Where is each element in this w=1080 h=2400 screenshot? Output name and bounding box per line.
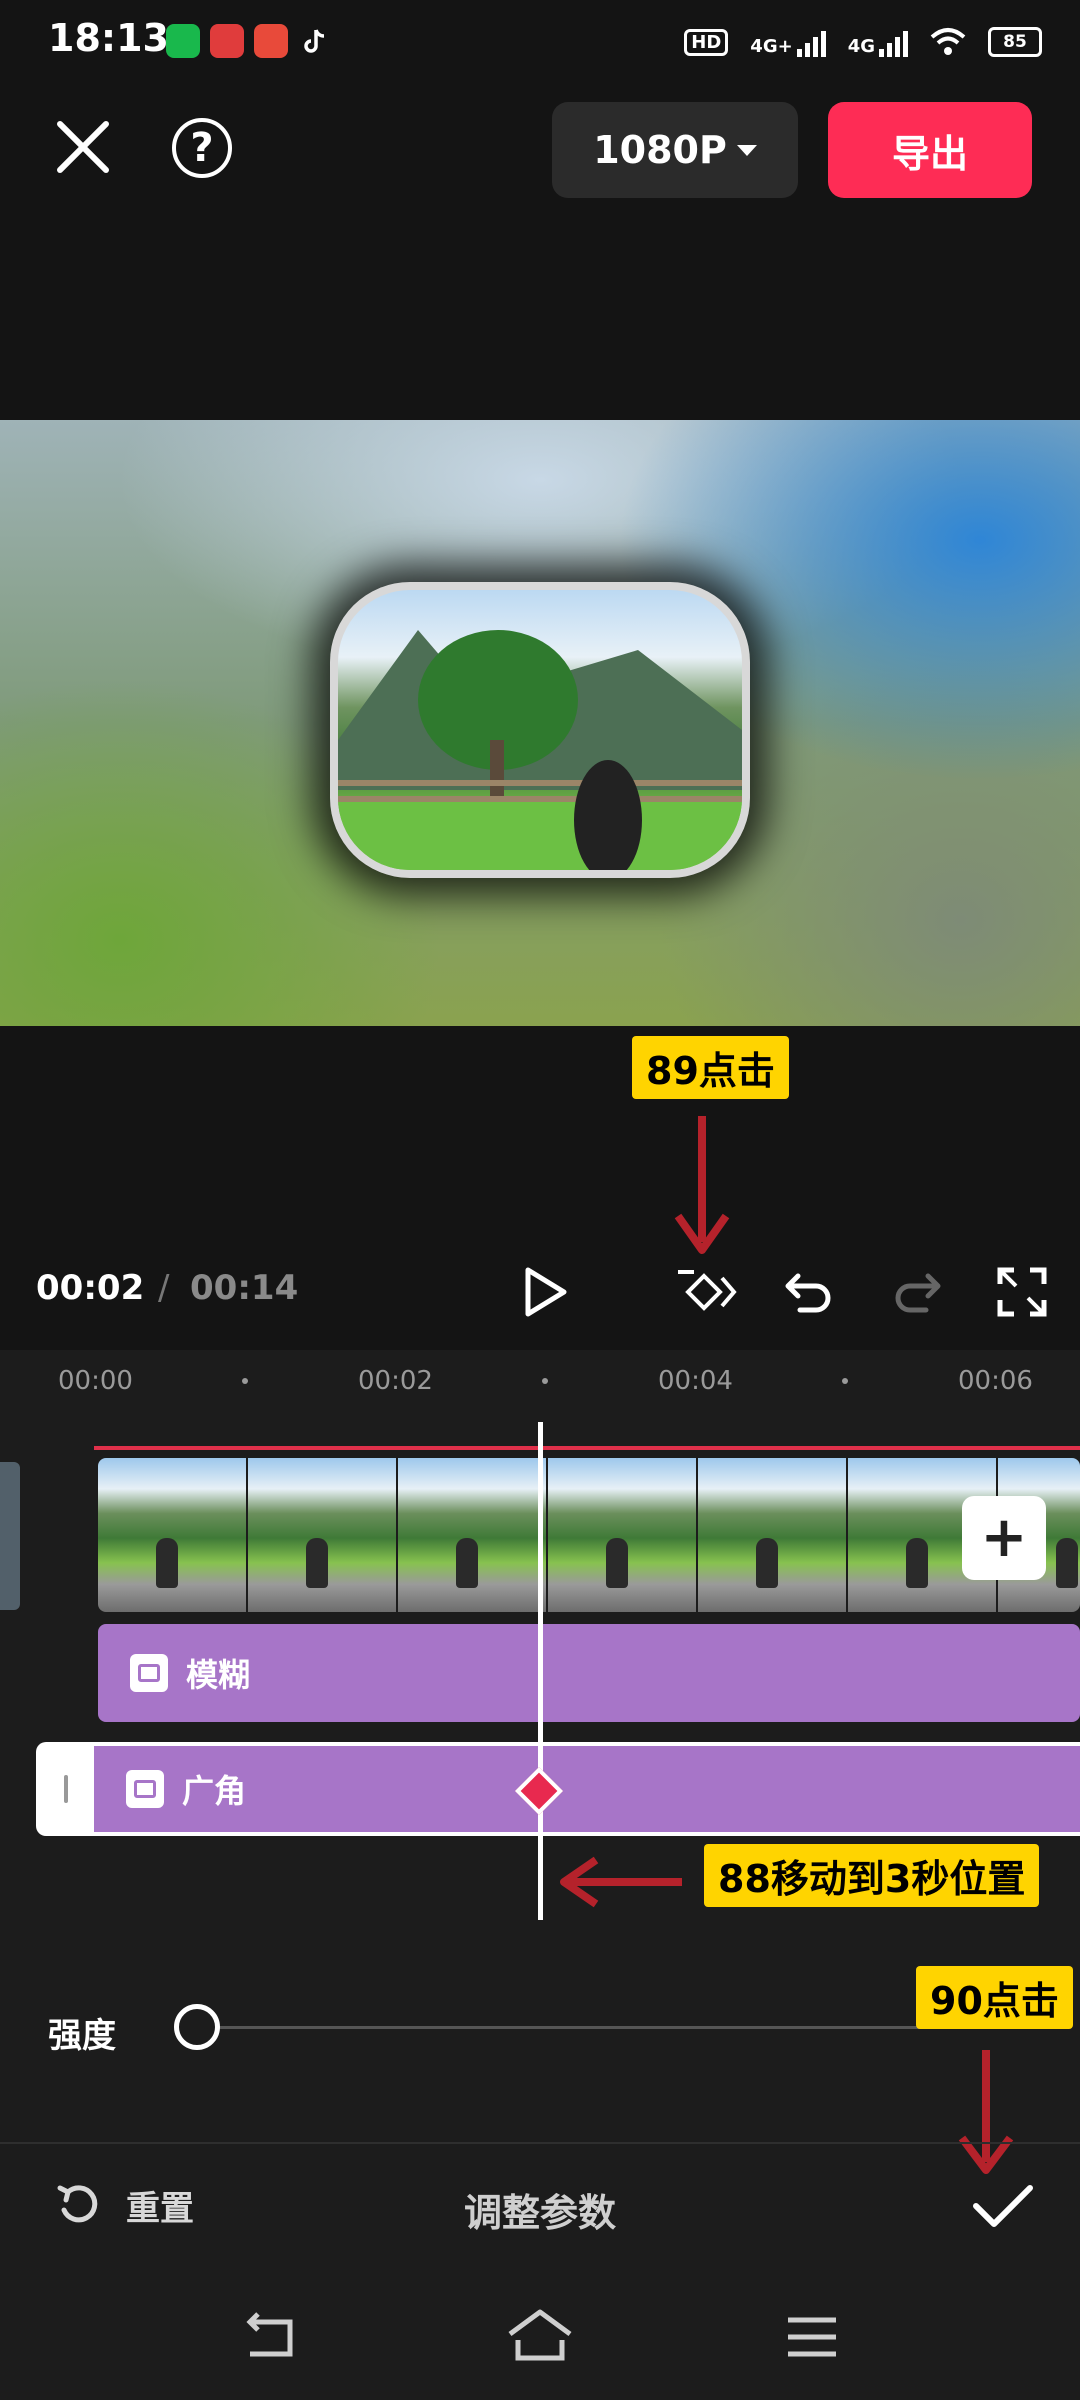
audio-guide-line bbox=[94, 1446, 1080, 1450]
divider bbox=[0, 2142, 1080, 2144]
video-frame-thumbnail bbox=[398, 1458, 546, 1612]
track-label: 模糊 bbox=[186, 1656, 251, 1694]
tiktok-icon bbox=[298, 24, 332, 58]
signal-bars-icon bbox=[879, 27, 908, 57]
ruler-dot bbox=[542, 1378, 548, 1384]
ruler-tick-label: 00:06 bbox=[958, 1366, 1033, 1396]
signal-1: 4G+ bbox=[750, 27, 826, 57]
check-icon bbox=[973, 2185, 1033, 2227]
ruler-tick-label: 00:04 bbox=[658, 1366, 733, 1396]
add-clip-button[interactable]: + bbox=[962, 1496, 1046, 1580]
arrow-down-icon bbox=[958, 2050, 1014, 2174]
home-icon bbox=[508, 2309, 572, 2361]
effect-icon bbox=[126, 1770, 164, 1808]
video-preview[interactable] bbox=[0, 420, 1080, 1026]
effect-track-blur[interactable]: 模糊 bbox=[98, 1624, 1080, 1722]
wechat-icon bbox=[166, 24, 200, 58]
resolution-dropdown[interactable]: 1080P bbox=[552, 102, 798, 198]
wide-angle-frame bbox=[330, 582, 750, 878]
strength-label: 强度 bbox=[48, 2016, 116, 2056]
status-indicators: HD 4G+ 4G 85 bbox=[684, 20, 1042, 64]
network-type-1: 4G+ bbox=[750, 36, 793, 57]
undo-button[interactable] bbox=[780, 1262, 840, 1322]
current-time: 00:02 bbox=[36, 1268, 145, 1308]
nav-back-button[interactable] bbox=[236, 2310, 300, 2366]
fullscreen-icon bbox=[997, 1267, 1047, 1317]
annotation-step-90: 90点击 bbox=[916, 1966, 1073, 2029]
fullscreen-button[interactable] bbox=[992, 1262, 1052, 1322]
time-separator: / bbox=[158, 1268, 170, 1308]
signal-2: 4G bbox=[848, 27, 908, 57]
ruler-dot bbox=[242, 1378, 248, 1384]
help-icon: ? bbox=[190, 125, 214, 171]
play-icon bbox=[525, 1267, 567, 1317]
video-clip-track[interactable] bbox=[98, 1458, 1080, 1612]
strength-slider[interactable] bbox=[196, 2026, 1036, 2029]
close-button[interactable] bbox=[48, 112, 118, 182]
ruler-dot bbox=[842, 1378, 848, 1384]
export-button[interactable]: 导出 bbox=[828, 102, 1032, 198]
arrow-left-icon bbox=[560, 1856, 682, 1908]
back-icon bbox=[246, 2312, 293, 2357]
video-frame-thumbnail bbox=[698, 1458, 846, 1612]
preview-scene-image bbox=[338, 590, 742, 870]
playhead[interactable] bbox=[538, 1422, 543, 1920]
close-icon bbox=[57, 121, 109, 173]
resolution-value: 1080P bbox=[593, 128, 727, 172]
redo-icon bbox=[895, 1273, 941, 1313]
panel-title: 调整参数 bbox=[463, 2191, 616, 2235]
nav-home-button[interactable] bbox=[504, 2306, 576, 2366]
track-label: 广角 bbox=[182, 1772, 247, 1810]
play-button[interactable] bbox=[514, 1262, 574, 1322]
arrow-down-icon bbox=[674, 1116, 730, 1254]
menu-icon bbox=[788, 2317, 836, 2357]
keyframe-icon bbox=[678, 1270, 737, 1311]
annotation-step-89: 89点击 bbox=[632, 1036, 789, 1099]
export-label: 导出 bbox=[891, 131, 968, 176]
battery-level: 85 bbox=[1003, 32, 1027, 52]
help-button[interactable]: ? bbox=[172, 118, 232, 178]
plus-icon: + bbox=[980, 1505, 1028, 1570]
network-type-2: 4G bbox=[847, 36, 875, 57]
battery-icon: 85 bbox=[988, 27, 1042, 57]
toutiao-icon bbox=[210, 24, 244, 58]
annotation-step-88: 88移动到3秒位置 bbox=[704, 1844, 1040, 1907]
ruler-tick-label: 00:00 bbox=[58, 1366, 133, 1396]
track-trim-handle[interactable] bbox=[36, 1742, 96, 1836]
confirm-button[interactable] bbox=[968, 2176, 1038, 2236]
video-frame-thumbnail bbox=[248, 1458, 396, 1612]
nav-menu-button[interactable] bbox=[784, 2312, 840, 2362]
undo-icon bbox=[785, 1273, 831, 1313]
wifi-icon bbox=[930, 28, 966, 55]
add-keyframe-button[interactable] bbox=[674, 1262, 737, 1322]
redo-button[interactable] bbox=[886, 1262, 946, 1322]
video-frame-thumbnail bbox=[98, 1458, 246, 1612]
video-frame-thumbnail bbox=[548, 1458, 696, 1612]
hd-icon: HD bbox=[684, 28, 729, 56]
ruler-tick-label: 00:02 bbox=[358, 1366, 433, 1396]
app-notification-icon bbox=[254, 24, 288, 58]
effect-track-wide-angle[interactable]: 广角 bbox=[94, 1742, 1080, 1836]
effect-icon bbox=[130, 1654, 168, 1692]
previous-clip[interactable] bbox=[0, 1462, 20, 1610]
caret-down-icon bbox=[736, 144, 757, 156]
total-time: 00:14 bbox=[190, 1268, 299, 1308]
signal-bars-icon bbox=[796, 27, 826, 57]
strength-slider-knob[interactable] bbox=[174, 2004, 220, 2050]
status-time: 18:13 bbox=[48, 16, 169, 60]
